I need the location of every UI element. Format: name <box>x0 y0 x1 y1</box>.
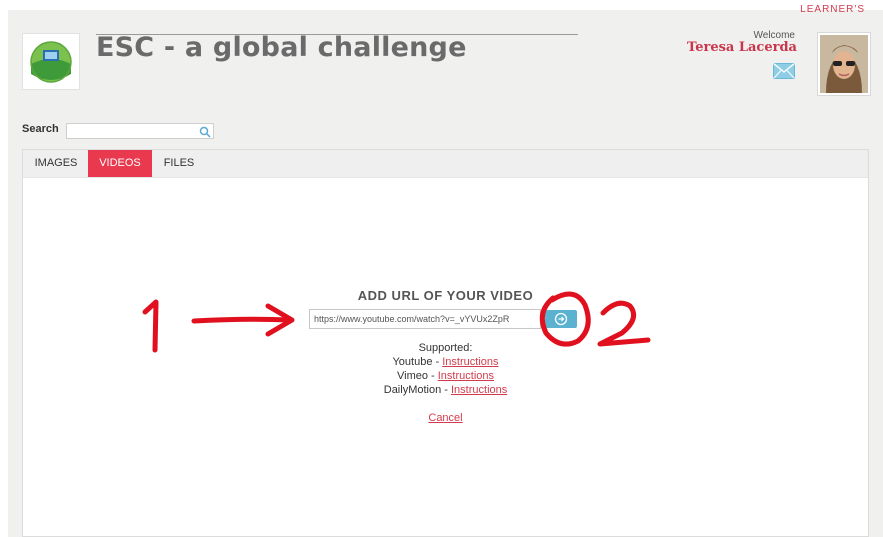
user-name-link[interactable]: Teresa Lacerda <box>687 40 797 55</box>
provider-name: DailyMotion <box>383 384 442 396</box>
mail-icon[interactable] <box>773 62 795 79</box>
cancel-link[interactable]: Cancel <box>428 412 462 424</box>
vimeo-instructions-link[interactable]: Instructions <box>438 370 494 382</box>
media-panel: IMAGES VIDEOS FILES ADD URL OF YOUR VIDE… <box>22 149 869 537</box>
tab-bar: IMAGES VIDEOS FILES <box>23 150 868 178</box>
provider-dailymotion: DailyMotion - Instructions <box>383 384 508 396</box>
provider-vimeo: Vimeo - Instructions <box>396 370 494 382</box>
top-nav-label[interactable]: LEARNER'S <box>800 4 865 15</box>
tab-images[interactable]: IMAGES <box>27 150 85 177</box>
submit-url-button[interactable] <box>545 310 577 328</box>
page: LEARNER'S ESC - a global challenge Welco… <box>8 4 883 537</box>
search-label: Search <box>22 123 59 135</box>
provider-name: Vimeo <box>396 370 428 382</box>
provider-name: Youtube <box>392 356 433 368</box>
youtube-instructions-link[interactable]: Instructions <box>442 356 498 368</box>
page-title: ESC - a global challenge <box>96 32 467 63</box>
tab-videos[interactable]: VIDEOS <box>88 150 152 177</box>
search-input[interactable] <box>66 123 214 139</box>
site-logo[interactable] <box>22 33 80 90</box>
search-icon[interactable] <box>199 125 211 138</box>
arrow-right-circle-icon <box>554 312 568 326</box>
tab-files[interactable]: FILES <box>156 150 202 177</box>
provider-youtube: Youtube - Instructions <box>392 356 499 368</box>
dailymotion-instructions-link[interactable]: Instructions <box>451 384 507 396</box>
video-url-input[interactable]: https://www.youtube.com/watch?v=_vYVUx2Z… <box>309 309 541 329</box>
supported-label: Supported: <box>418 342 473 354</box>
avatar[interactable] <box>817 32 871 96</box>
video-url-heading: ADD URL OF YOUR VIDEO <box>357 288 534 303</box>
cancel-link-row: Cancel <box>23 412 868 424</box>
